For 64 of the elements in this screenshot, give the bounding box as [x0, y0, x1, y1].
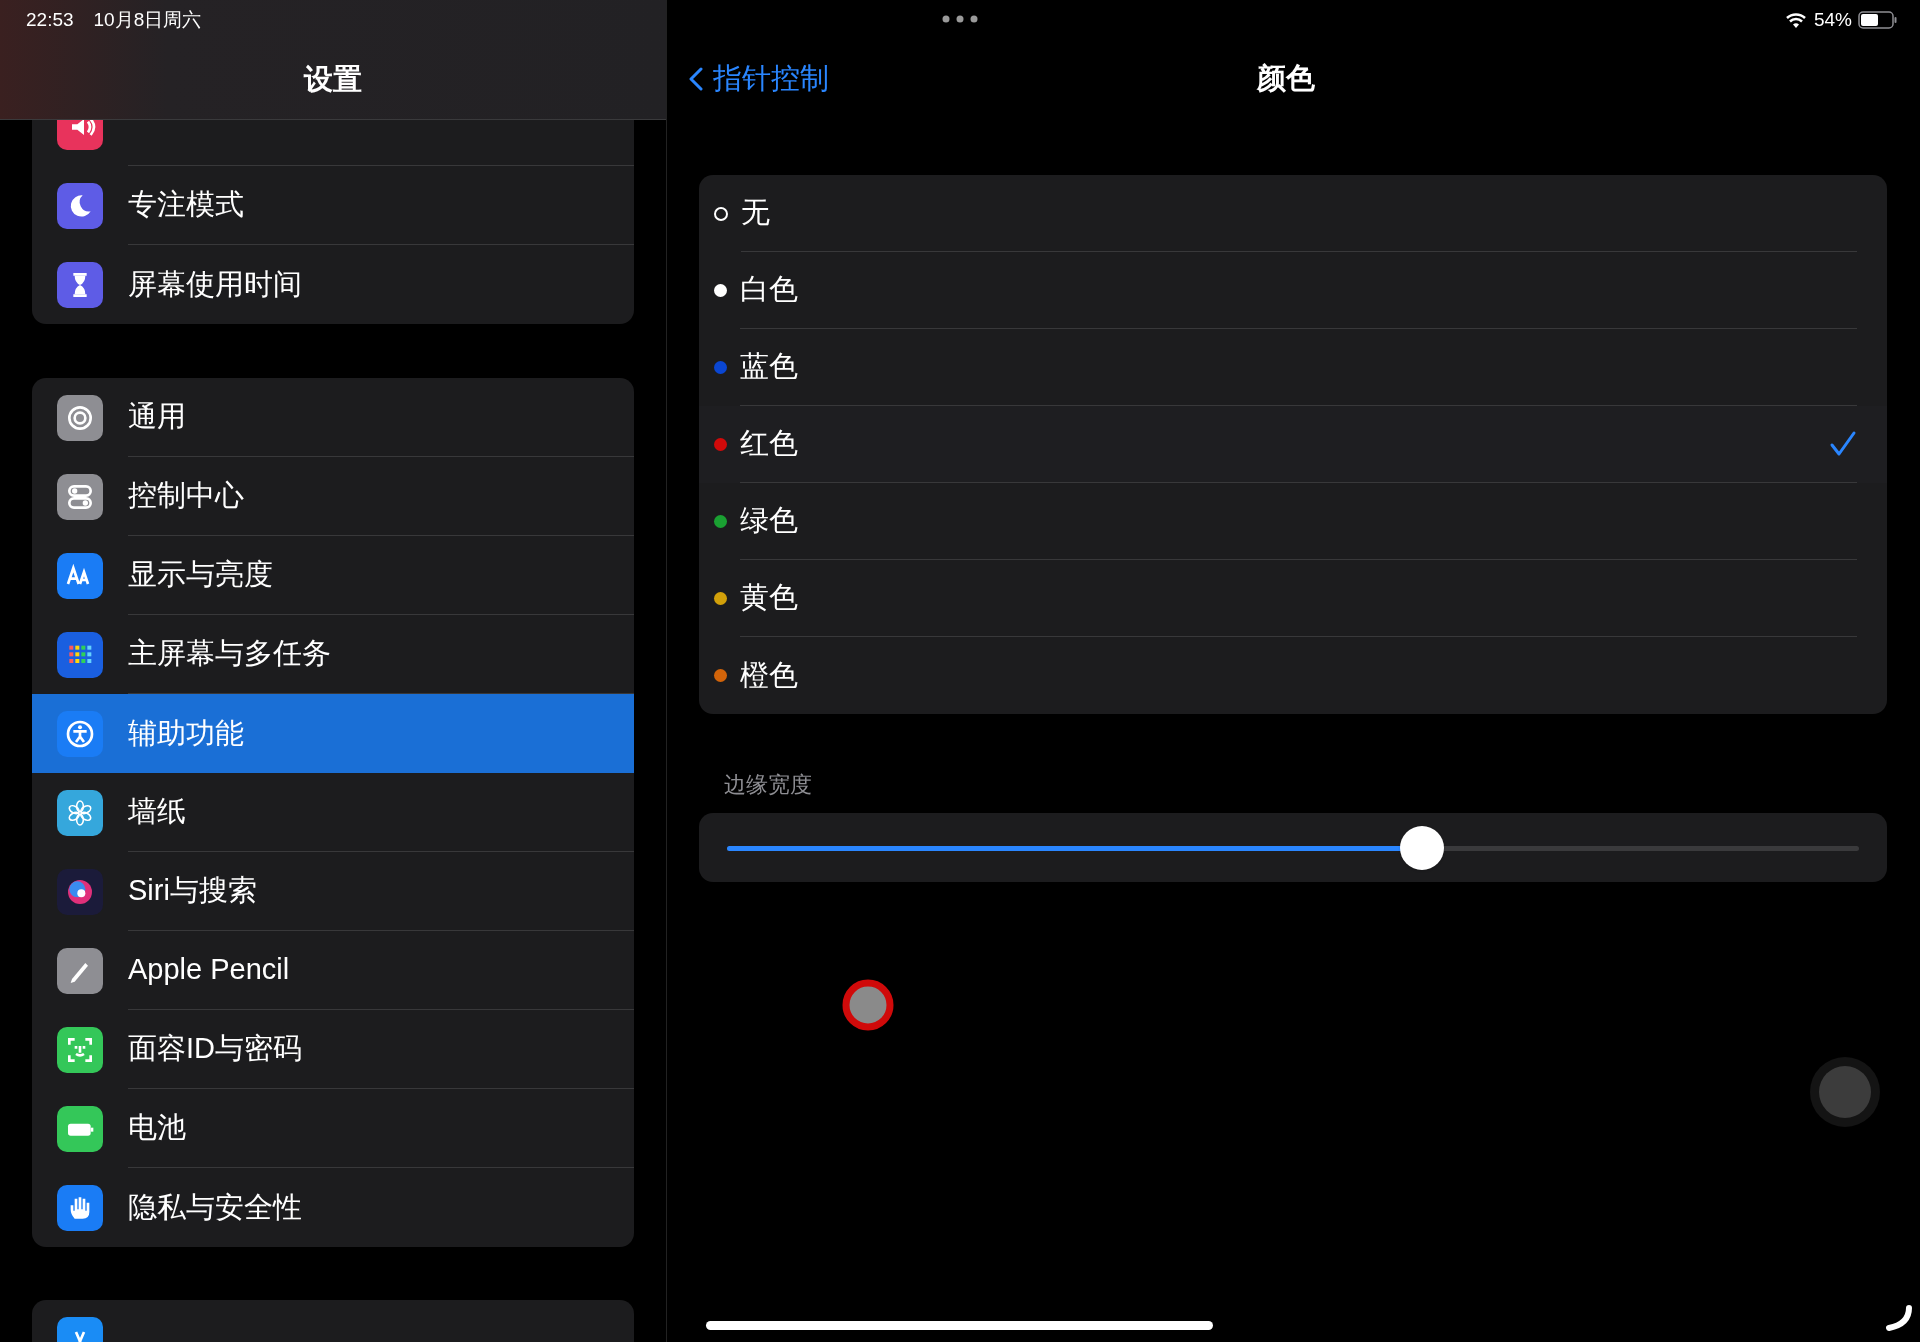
section-header: 边缘宽度 — [724, 771, 812, 799]
back-button[interactable]: 指针控制 — [689, 57, 829, 101]
pointer-circle-icon — [842, 979, 894, 1031]
color-label: 红色 — [740, 426, 798, 462]
settings-row[interactable]: 面容ID与密码 — [32, 1010, 634, 1089]
row-label: 面容ID与密码 — [128, 1031, 302, 1067]
row-label: 显示与亮度 — [128, 557, 273, 593]
color-option[interactable]: 白色 — [699, 252, 1887, 329]
settings-row[interactable]: 屏幕使用时间 — [32, 245, 634, 324]
curve-icon — [1885, 1304, 1913, 1332]
color-option[interactable]: 黄色 — [699, 560, 1887, 637]
color-label: 橙色 — [740, 657, 798, 693]
color-option[interactable]: 绿色 — [699, 483, 1887, 560]
battery-percent: 54% — [1813, 7, 1852, 32]
status-date: 10月8日周六 — [93, 8, 202, 32]
hand-icon — [57, 1184, 103, 1231]
row-label: 辅助功能 — [128, 715, 244, 751]
toggles-icon — [57, 473, 103, 520]
color-label: 绿色 — [740, 503, 798, 539]
grid-icon — [57, 631, 103, 678]
row-label: 专注模式 — [128, 187, 244, 223]
row-label: Siri与搜索 — [128, 873, 257, 909]
row-label: Apple Pencil — [128, 952, 290, 988]
chevron-left-icon — [689, 66, 703, 92]
orb-icon — [57, 868, 103, 915]
row-label: 主屏幕与多任务 — [128, 636, 331, 672]
page-title: 颜色 — [1257, 61, 1315, 97]
row-label: 控制中心 — [128, 478, 244, 514]
checkmark-icon — [1829, 430, 1857, 458]
status-time: 22:53 — [26, 8, 74, 32]
settings-row[interactable]: 专注模式 — [32, 166, 634, 245]
settings-row[interactable]: 电池 — [32, 1089, 634, 1168]
slider-track[interactable] — [727, 825, 1859, 870]
color-option[interactable]: 无 — [699, 175, 1887, 252]
pencil-icon — [57, 947, 103, 994]
row-label: 屏幕使用时间 — [128, 266, 302, 302]
sidebar-title: 设置 — [304, 62, 362, 97]
row-label: 电池 — [128, 1110, 186, 1146]
settings-row[interactable]: 控制中心 — [32, 457, 634, 536]
settings-row[interactable]: 显示与亮度 — [32, 536, 634, 615]
row-label: 隐私与安全性 — [128, 1189, 302, 1225]
color-label: 无 — [741, 195, 770, 231]
accessibility-icon — [57, 710, 103, 757]
row-label: 墙纸 — [128, 794, 186, 830]
flower-icon — [57, 789, 103, 836]
settings-row[interactable]: 通用 — [32, 378, 634, 457]
gear-icon — [57, 394, 103, 441]
settings-row[interactable]: Siri与搜索 — [32, 852, 634, 931]
settings-row[interactable]: 墙纸 — [32, 773, 634, 852]
color-label: 蓝色 — [740, 349, 798, 385]
battery-icon — [57, 1105, 103, 1152]
color-label: 黄色 — [740, 580, 798, 616]
text-size-icon — [57, 552, 103, 599]
more-dots-icon — [942, 15, 978, 23]
settings-row[interactable]: Apple Pencil — [32, 931, 634, 1010]
color-option[interactable]: 橙色 — [699, 637, 1887, 714]
settings-row[interactable]: 辅助功能 — [32, 694, 634, 773]
settings-row[interactable]: 隐私与安全性 — [32, 1168, 634, 1247]
moon-icon — [57, 182, 103, 229]
hourglass-icon — [57, 261, 103, 308]
color-label: 白色 — [740, 272, 798, 308]
battery-icon — [1858, 11, 1898, 29]
row-label: 通用 — [128, 399, 186, 435]
face-scan-icon — [57, 1026, 103, 1073]
